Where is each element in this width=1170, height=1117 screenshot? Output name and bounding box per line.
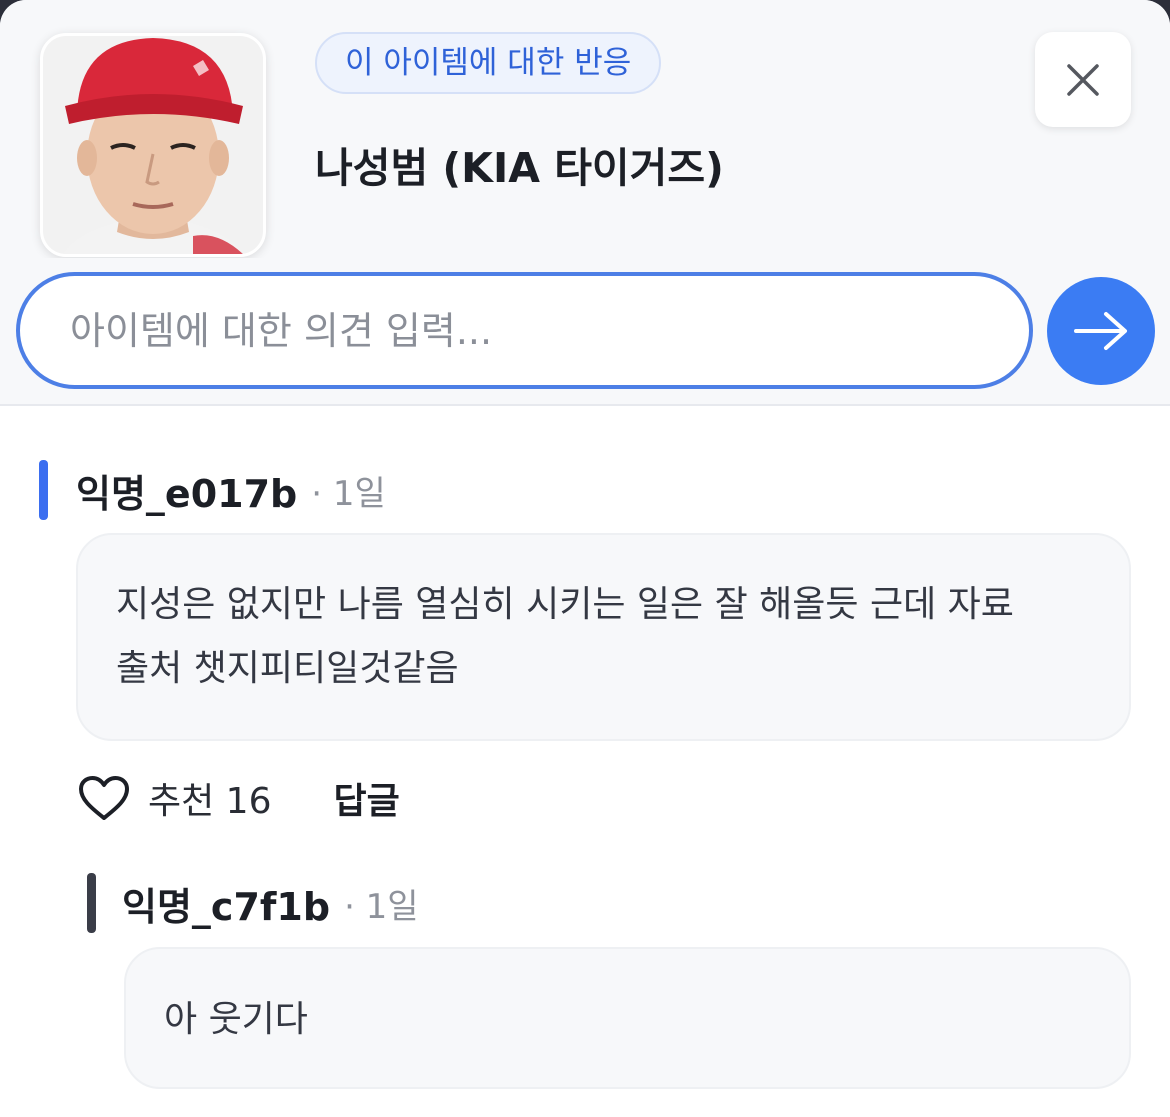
reply-button[interactable]: 답글 (334, 772, 400, 824)
comment-header: 익명_e017b · 1일 (39, 460, 386, 520)
send-button[interactable] (1047, 277, 1155, 385)
item-title: 나성범 (KIA 타이거즈) (315, 144, 724, 192)
arrow-right-icon (1074, 312, 1127, 350)
comment-text-line: 출처 챗지피티일것같음 (116, 648, 459, 689)
reply-accent-bar (87, 873, 96, 933)
item-header: 이 아이템에 대한 반응 나성범 (KIA 타이거즈) (0, 0, 1170, 258)
item-avatar (40, 33, 266, 257)
heart-icon (79, 776, 129, 820)
like-button[interactable]: 추천 16 (78, 772, 272, 824)
comment-input-row (0, 258, 1170, 406)
reply-header: 익명_c7f1b · 1일 (87, 873, 419, 933)
comment-accent-bar (39, 460, 48, 520)
comment-body: 지성은 없지만 나름 열심히 시키는 일은 잘 해올듯 근데 자료 출처 챗지피… (76, 533, 1131, 741)
comment-text-line: 지성은 없지만 나름 열심히 시키는 일은 잘 해올듯 근데 자료 (116, 584, 1014, 625)
comments-sheet: 이 아이템에 대한 반응 나성범 (KIA 타이거즈) 익명_e017b · 1… (0, 0, 1170, 1117)
close-button[interactable] (1035, 32, 1131, 127)
reaction-badge: 이 아이템에 대한 반응 (315, 32, 662, 94)
reply-text: 아 웃기다 (164, 999, 308, 1040)
reply-time: · 1일 (344, 886, 419, 927)
like-count: 추천 16 (148, 781, 272, 822)
comment-author: 익명_e017b (76, 471, 298, 516)
reply-body: 아 웃기다 (124, 947, 1131, 1089)
close-icon (1067, 63, 1099, 96)
comment-actions: 추천 16 답글 (78, 768, 400, 828)
comment-input[interactable] (16, 272, 1033, 389)
comment-time: · 1일 (311, 473, 386, 514)
reply-author: 익명_c7f1b (122, 884, 331, 929)
